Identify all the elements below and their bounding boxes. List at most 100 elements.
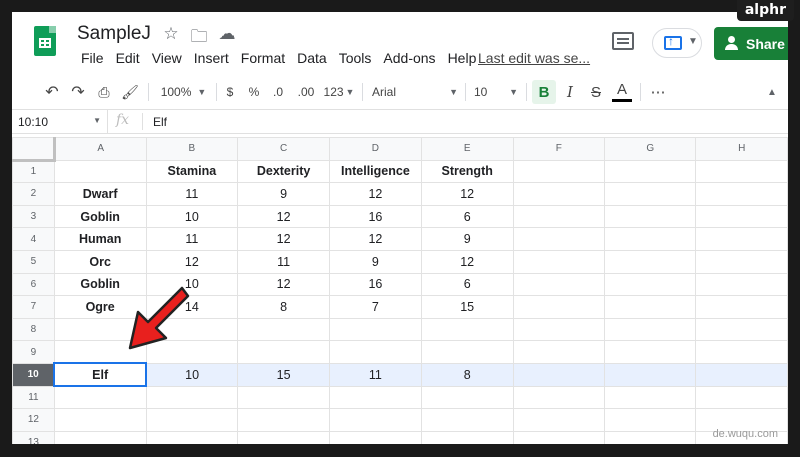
- cell-g4[interactable]: [603, 227, 697, 251]
- cell-g3[interactable]: [603, 204, 697, 229]
- menu-file[interactable]: File: [75, 50, 110, 66]
- cell-a11[interactable]: [53, 385, 147, 410]
- cell-e6[interactable]: 6: [420, 272, 514, 297]
- comment-icon[interactable]: [612, 32, 634, 50]
- cell-c9[interactable]: [237, 340, 330, 364]
- row-header[interactable]: 10: [12, 362, 55, 387]
- row-header[interactable]: 4: [12, 227, 55, 251]
- cell-h5[interactable]: [695, 249, 788, 274]
- cell-f10[interactable]: [512, 362, 606, 387]
- cell-h10[interactable]: [695, 362, 788, 387]
- menu-format[interactable]: Format: [235, 50, 291, 66]
- cell-g1[interactable]: [603, 159, 697, 184]
- increase-decimal-button[interactable]: .00: [293, 78, 319, 106]
- cell-g12[interactable]: [603, 408, 697, 432]
- cell-a2[interactable]: Dwarf: [53, 182, 147, 206]
- row-header[interactable]: 13: [12, 430, 55, 444]
- cell-g7[interactable]: [603, 295, 697, 319]
- cell-h1[interactable]: [695, 159, 788, 184]
- cell-h8[interactable]: [695, 317, 788, 342]
- cell-b12[interactable]: [145, 408, 239, 432]
- cell-e10[interactable]: 8: [420, 362, 514, 387]
- cell-d3[interactable]: 16: [328, 204, 422, 229]
- cell-d6[interactable]: 16: [328, 272, 422, 297]
- text-color-button[interactable]: A: [612, 80, 632, 102]
- cell-h11[interactable]: [695, 385, 788, 410]
- zoom-select[interactable]: 100% ▼: [156, 78, 211, 106]
- cell-d12[interactable]: [328, 408, 422, 432]
- strikethrough-button[interactable]: S: [586, 78, 606, 106]
- cell-e1[interactable]: Strength: [420, 159, 514, 184]
- cell-h3[interactable]: [695, 204, 788, 229]
- cell-d8[interactable]: [328, 317, 422, 342]
- cell-f6[interactable]: [512, 272, 606, 297]
- cell-g5[interactable]: [603, 249, 697, 274]
- cell-c12[interactable]: [237, 408, 330, 432]
- menu-add-ons[interactable]: Add-ons: [377, 50, 441, 66]
- cell-c11[interactable]: [237, 385, 330, 410]
- column-header[interactable]: D: [328, 137, 422, 161]
- currency-button[interactable]: $: [222, 78, 238, 106]
- cell-b11[interactable]: [145, 385, 239, 410]
- cell-h7[interactable]: [695, 295, 788, 319]
- cell-a4[interactable]: Human: [53, 227, 147, 251]
- decrease-decimal-button[interactable]: .0: [267, 78, 289, 106]
- print-icon[interactable]: ⎙: [94, 78, 114, 106]
- menu-tools[interactable]: Tools: [333, 50, 378, 66]
- cloud-icon[interactable]: ☁: [218, 24, 236, 53]
- cell-f8[interactable]: [512, 317, 606, 342]
- cell-g10[interactable]: [603, 362, 697, 387]
- cell-a5[interactable]: Orc: [53, 249, 147, 274]
- cell-e3[interactable]: 6: [420, 204, 514, 229]
- more-formats-select[interactable]: 123 ▼: [322, 78, 356, 106]
- select-all-corner[interactable]: [12, 137, 56, 162]
- cell-d5[interactable]: 9: [328, 249, 422, 274]
- name-box[interactable]: 10:10 ▼: [12, 110, 108, 133]
- cell-f2[interactable]: [512, 182, 606, 206]
- cell-a3[interactable]: Goblin: [53, 204, 147, 229]
- cell-f3[interactable]: [512, 204, 606, 229]
- font-select[interactable]: Arial ▼: [368, 78, 462, 106]
- cell-c6[interactable]: 12: [237, 272, 330, 297]
- cell-b4[interactable]: 11: [145, 227, 239, 251]
- cell-e13[interactable]: [420, 430, 514, 444]
- cell-d7[interactable]: 7: [328, 295, 422, 319]
- cell-f5[interactable]: [512, 249, 606, 274]
- cell-g13[interactable]: [603, 430, 697, 444]
- cell-e4[interactable]: 9: [420, 227, 514, 251]
- cell-c7[interactable]: 8: [237, 295, 330, 319]
- cell-a12[interactable]: [53, 408, 147, 432]
- cell-e7[interactable]: 15: [420, 295, 514, 319]
- cell-e11[interactable]: [420, 385, 514, 410]
- row-header[interactable]: 11: [12, 385, 55, 410]
- cell-c1[interactable]: Dexterity: [237, 159, 330, 184]
- cell-h6[interactable]: [695, 272, 788, 297]
- cell-f7[interactable]: [512, 295, 606, 319]
- redo-icon[interactable]: ↷: [68, 78, 88, 106]
- cell-g6[interactable]: [603, 272, 697, 297]
- menu-view[interactable]: View: [146, 50, 188, 66]
- cell-d1[interactable]: Intelligence: [328, 159, 422, 184]
- cell-b2[interactable]: 11: [145, 182, 239, 206]
- formula-input[interactable]: Elf: [153, 115, 167, 129]
- undo-icon[interactable]: ↶: [42, 78, 62, 106]
- percent-button[interactable]: %: [246, 78, 262, 106]
- italic-button[interactable]: I: [560, 78, 580, 106]
- cell-b10[interactable]: 10: [145, 362, 239, 387]
- column-header[interactable]: C: [237, 137, 330, 161]
- present-button[interactable]: ▼: [652, 28, 702, 58]
- cell-c4[interactable]: 12: [237, 227, 330, 251]
- more-options-icon[interactable]: ⋯: [648, 78, 668, 106]
- cell-d9[interactable]: [328, 340, 422, 364]
- bold-button[interactable]: B: [532, 80, 556, 104]
- cell-g2[interactable]: [603, 182, 697, 206]
- column-header[interactable]: G: [603, 137, 697, 161]
- cell-h2[interactable]: [695, 182, 788, 206]
- cell-e12[interactable]: [420, 408, 514, 432]
- cell-f9[interactable]: [512, 340, 606, 364]
- cell-a1[interactable]: [53, 159, 147, 184]
- cell-f1[interactable]: [512, 159, 606, 184]
- share-button[interactable]: Share: [714, 27, 788, 60]
- cell-e2[interactable]: 12: [420, 182, 514, 206]
- column-header[interactable]: E: [420, 137, 514, 161]
